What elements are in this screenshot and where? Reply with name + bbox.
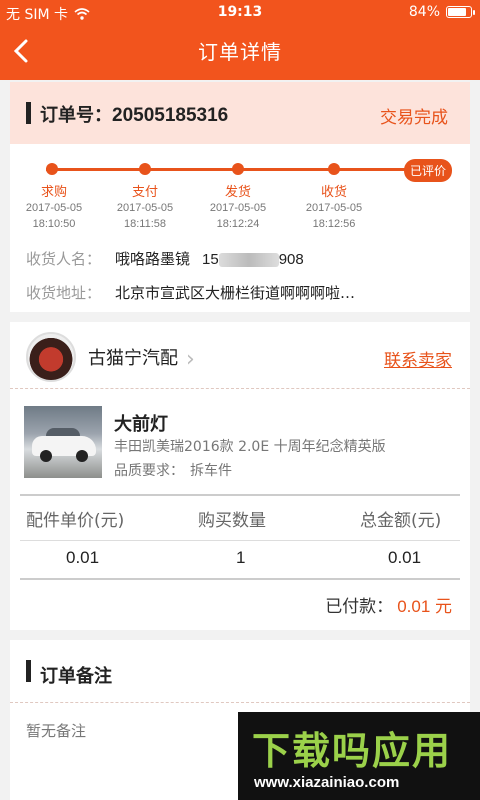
step-date: 2017-05-05 — [116, 202, 174, 214]
step-time: 18:10:50 — [32, 218, 76, 230]
product-thumbnail — [24, 406, 102, 478]
watermark: 下载吗应用 www.xiazainiao.com — [238, 712, 480, 800]
order-status: 交易完成 — [380, 108, 448, 128]
step-date: 2017-05-05 — [305, 202, 363, 214]
step-name: 收货 — [320, 185, 347, 200]
receiver-phone-prefix: 15 — [202, 251, 219, 268]
step-time: 18:11:58 — [123, 218, 166, 230]
order-number-row: 订单号：20505185316 — [40, 101, 228, 127]
col-header-quantity: 购买数量 — [198, 511, 266, 531]
step-name: 求购 — [40, 185, 67, 200]
table-divider — [20, 494, 460, 496]
order-body: 求购 2017-05-05 18:10:50 支付 2017-05-05 18:… — [10, 144, 470, 314]
receiver-name: 哦咯路墨镜 — [115, 250, 191, 268]
watermark-url: www.xiazainiao.com — [254, 774, 400, 791]
progress-dot — [139, 163, 151, 175]
progress-dot — [232, 163, 244, 175]
col-header-total: 总金额(元) — [360, 511, 442, 531]
cell-unit-price: 0.01 — [66, 548, 100, 567]
progress-dot — [46, 163, 58, 175]
progress-step: 收货 2017-05-05 18:12:56 — [284, 181, 384, 232]
nav-bar: 订单详情 — [0, 28, 480, 74]
progress-step: 求购 2017-05-05 18:10:50 — [4, 181, 104, 232]
order-number: 20505185316 — [112, 105, 229, 126]
product-title: 大前灯 — [114, 414, 168, 435]
store-name: 古猫宁汽配 — [88, 348, 178, 369]
receiver-phone-suffix: 908 — [278, 251, 304, 268]
battery-icon — [446, 6, 475, 18]
address-label: 收货地址： — [26, 284, 102, 302]
step-date: 2017-05-05 — [209, 202, 267, 214]
receiver-row: 收货人名： 哦咯路墨镜 15 908 — [26, 248, 304, 269]
product-item[interactable]: 大前灯 丰田凯美瑞2016款 2.0E 十周年纪念精英版 品质要求： 拆车件 — [10, 402, 470, 486]
watermark-title: 下载吗应用 — [252, 729, 453, 773]
chevron-right-icon: › — [186, 347, 195, 372]
progress-step: 发货 2017-05-05 18:12:24 — [188, 181, 288, 232]
store-row: 古猫宁汽配 › 联系卖家 — [10, 322, 470, 384]
quality-label: 品质要求： — [114, 463, 184, 479]
product-desc: 丰田凯美瑞2016款 2.0E 十周年纪念精英版 — [114, 439, 386, 455]
header-bar — [26, 660, 31, 682]
table-bottom-divider — [20, 578, 460, 580]
table-row-divider — [20, 540, 460, 541]
step-time: 18:12:56 — [312, 218, 356, 230]
masked-phone — [218, 252, 279, 267]
remark-body: 暂无备注 — [26, 722, 87, 740]
quality-value: 拆车件 — [190, 463, 232, 479]
order-number-label: 订单号： — [40, 105, 112, 126]
paid-amount: 0.01 元 — [397, 597, 452, 616]
progress-line — [46, 168, 416, 171]
address-row: 收货地址： 北京市宣武区大栅栏街道啊啊啊啦… — [26, 282, 355, 303]
receiver-label: 收货人名： — [26, 250, 102, 268]
order-card: 订单号：20505185316 交易完成 求购 2017-05-05 18:10… — [10, 82, 470, 312]
progress-step: 支付 2017-05-05 18:11:58 — [95, 181, 195, 232]
page-title: 订单详情 — [198, 40, 282, 64]
cell-total: 0.01 — [388, 548, 422, 567]
top-bar: 无 SIM 卡 19:13 84% 订单详情 — [0, 0, 480, 80]
progress-tracker: 求购 2017-05-05 18:10:50 支付 2017-05-05 18:… — [10, 144, 470, 234]
divider — [10, 388, 470, 389]
status-bar: 无 SIM 卡 19:13 84% — [0, 0, 480, 26]
paid-row: 已付款： 0.01 元 — [325, 592, 452, 617]
step-time: 18:12:24 — [216, 218, 260, 230]
progress-dot — [328, 163, 340, 175]
battery-percent: 84% — [408, 4, 440, 20]
store-avatar — [26, 332, 76, 382]
col-header-unit-price: 配件单价(元) — [26, 511, 125, 531]
contact-seller-button[interactable]: 联系卖家 — [384, 346, 452, 371]
store-link[interactable]: 古猫宁汽配 › — [88, 344, 195, 372]
reviewed-badge: 已评价 — [404, 159, 453, 182]
cell-quantity: 1 — [236, 548, 246, 567]
store-card: 古猫宁汽配 › 联系卖家 大前灯 丰田凯美瑞2016款 2.0E 十周年纪念精英版… — [10, 322, 470, 630]
remark-title: 订单备注 — [40, 666, 112, 687]
order-header: 订单号：20505185316 交易完成 — [10, 82, 470, 144]
divider — [10, 702, 470, 703]
header-bar — [26, 102, 31, 124]
step-date: 2017-05-05 — [25, 202, 83, 214]
step-name: 支付 — [131, 185, 158, 200]
quality-row: 品质要求： 拆车件 — [114, 460, 232, 480]
paid-label: 已付款： — [325, 597, 394, 617]
step-name: 发货 — [224, 185, 251, 200]
address-value: 北京市宣武区大栅栏街道啊啊啊啦… — [115, 284, 356, 302]
